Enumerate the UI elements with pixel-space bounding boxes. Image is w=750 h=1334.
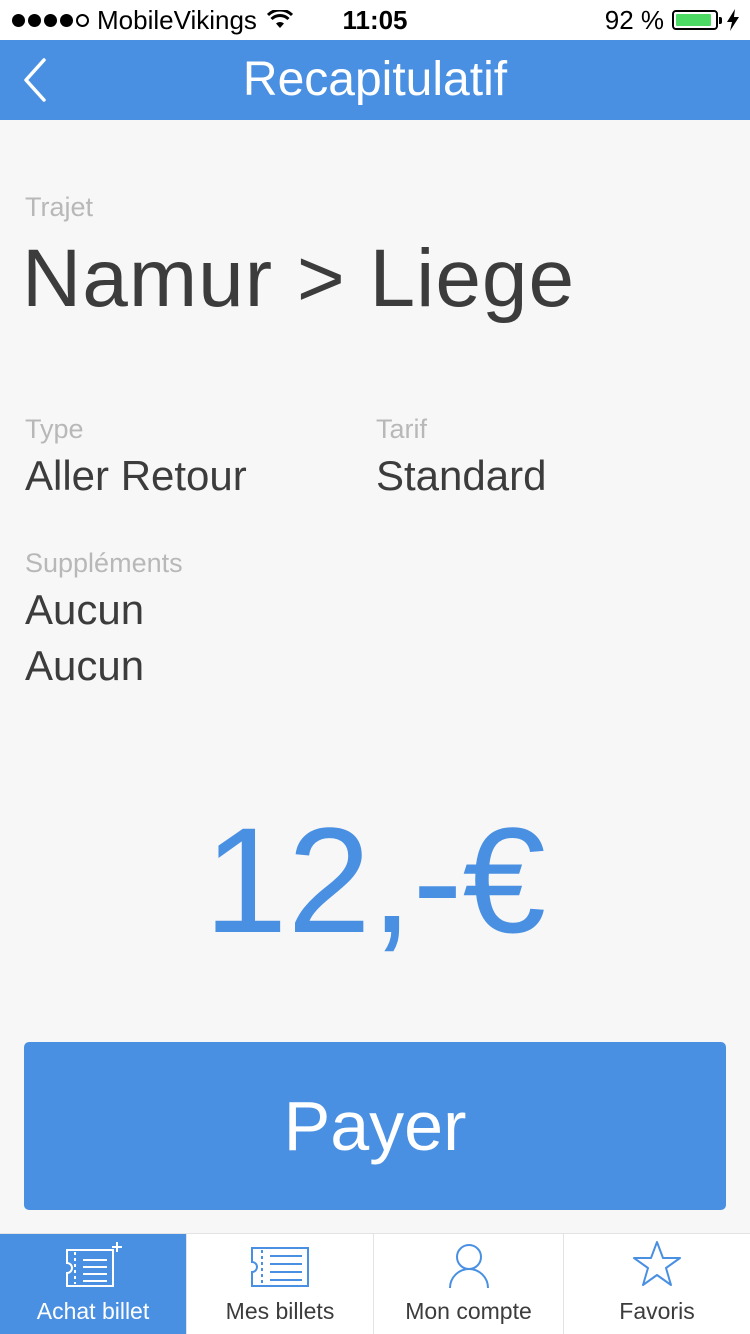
tab-mon-compte[interactable]: Mon compte [374, 1234, 564, 1334]
tab-label: Favoris [619, 1298, 695, 1324]
battery-percent: 92 % [604, 5, 664, 35]
tab-bar: Achat billet Mes billets Mon compte Favo… [0, 1233, 750, 1334]
user-icon [448, 1244, 489, 1289]
tarif-value: Standard [376, 452, 547, 499]
tab-label: Mes billets [225, 1298, 335, 1324]
supplement-value: Aucun [25, 642, 145, 689]
tab-mes-billets[interactable]: Mes billets [187, 1234, 374, 1334]
page-title: Recapitulatif [242, 53, 508, 106]
supplement-value: Aucun [25, 586, 145, 633]
trajet-value: Namur > Liege [22, 233, 576, 324]
type-value: Aller Retour [25, 452, 247, 499]
pay-button[interactable]: Payer [24, 1042, 726, 1210]
nav-bar: Recapitulatif [0, 40, 750, 120]
ticket-add-icon [66, 1242, 122, 1287]
star-icon [633, 1241, 681, 1286]
battery-icon [672, 10, 722, 30]
trajet-label: Trajet [25, 192, 94, 222]
tab-label: Mon compte [405, 1298, 532, 1324]
ticket-icon [251, 1247, 309, 1287]
price-total: 12,-€ [204, 796, 546, 964]
tab-achat-billet[interactable]: Achat billet [0, 1234, 187, 1334]
battery-level [676, 14, 711, 26]
supplements-label: Suppléments [25, 548, 183, 578]
status-bar: MobileVikings 11:05 92 % [0, 0, 750, 40]
type-label: Type [25, 414, 84, 444]
charging-icon [727, 9, 739, 31]
tarif-label: Tarif [376, 414, 428, 444]
tab-label: Achat billet [36, 1298, 150, 1324]
status-right: 92 % [605, 0, 740, 40]
tab-favoris[interactable]: Favoris [564, 1234, 750, 1334]
